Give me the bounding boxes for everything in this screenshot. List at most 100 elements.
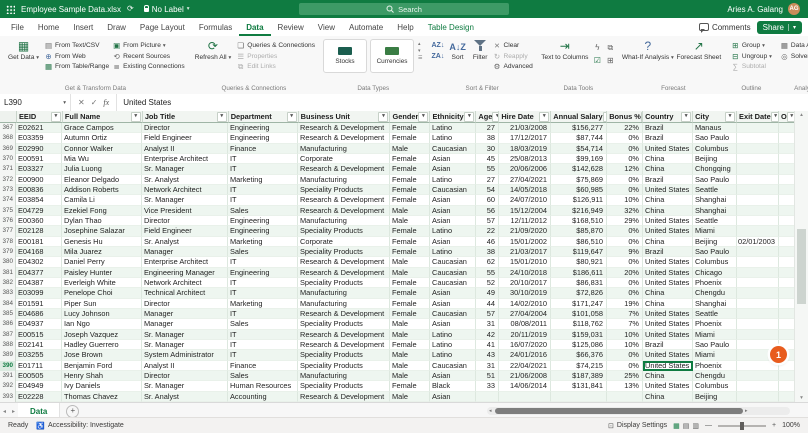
cell[interactable]: 10% xyxy=(607,339,643,351)
cell[interactable]: 62 xyxy=(476,257,499,268)
cell[interactable]: Hadley Guerrero xyxy=(62,339,142,351)
cell[interactable]: E00900 xyxy=(16,174,62,185)
cell[interactable]: Marketing xyxy=(228,236,298,247)
enter-icon[interactable]: ✓ xyxy=(91,98,98,107)
cell[interactable]: 0% xyxy=(607,257,643,268)
cell[interactable]: 45 xyxy=(476,153,499,165)
row-number[interactable]: 390 xyxy=(0,360,16,371)
column-header-age[interactable]: Age ▾ xyxy=(476,111,500,123)
column-header-eeid[interactable]: EEID ▾ xyxy=(16,111,63,123)
cell[interactable]: Latino xyxy=(430,123,476,134)
cell[interactable]: IT xyxy=(228,350,298,361)
cell[interactable]: $142,628 xyxy=(551,164,607,175)
data-validation-icon[interactable]: ☑ xyxy=(592,56,603,65)
cell[interactable]: 24/01/2016 xyxy=(499,350,551,361)
filter-dropdown-icon[interactable]: ▾ xyxy=(418,111,429,122)
cell[interactable] xyxy=(607,391,643,402)
cell[interactable]: System Administrator xyxy=(142,350,228,361)
cell[interactable]: Male xyxy=(390,257,430,268)
refresh-all-button[interactable]: ⟳ Refresh All ▾ xyxy=(193,39,234,63)
cell[interactable] xyxy=(779,391,795,402)
cell[interactable]: 0% xyxy=(607,277,643,289)
cell[interactable]: 51 xyxy=(476,370,499,382)
cancel-icon[interactable]: ✕ xyxy=(78,98,85,107)
cell[interactable]: China xyxy=(643,153,693,165)
subtotal-button[interactable]: ∑ Subtotal xyxy=(731,63,772,71)
cell[interactable]: 14/06/2014 xyxy=(499,381,551,392)
cell[interactable]: IT xyxy=(228,288,298,299)
avatar[interactable]: AG xyxy=(788,3,800,15)
filter-dropdown-icon[interactable]: ▾ xyxy=(286,111,297,122)
cell[interactable]: E00836 xyxy=(16,184,62,196)
cell[interactable] xyxy=(779,205,795,216)
filter-dropdown-icon[interactable]: ▾ xyxy=(130,111,141,122)
cell[interactable]: China xyxy=(643,391,693,402)
cell[interactable] xyxy=(737,215,779,227)
cell[interactable] xyxy=(779,133,795,144)
cell[interactable] xyxy=(779,277,795,289)
data-analysis-button[interactable]: ▦Data Analysis xyxy=(780,42,808,50)
get-data-button[interactable]: ▦ Get Data ▾ xyxy=(6,39,41,63)
cell[interactable]: E02128 xyxy=(16,226,62,237)
cell[interactable]: Research & Development xyxy=(298,133,390,144)
cell[interactable]: Female xyxy=(390,184,430,196)
cell[interactable]: Asian xyxy=(430,391,476,402)
cell[interactable]: Manufacturing xyxy=(298,215,390,227)
cell[interactable]: 13% xyxy=(607,381,643,392)
cell[interactable]: Sales xyxy=(228,370,298,382)
cell[interactable]: Caucasian xyxy=(430,184,476,196)
cell[interactable]: 38 xyxy=(476,133,499,144)
cell[interactable]: Manufacturing xyxy=(298,298,390,309)
cell[interactable] xyxy=(779,184,795,196)
cell[interactable]: Beijing xyxy=(693,391,737,402)
cell[interactable] xyxy=(551,391,607,402)
sort-descending-button[interactable]: ZA↓ xyxy=(432,53,445,60)
cell[interactable]: 31 xyxy=(476,319,499,330)
cell[interactable]: E04729 xyxy=(16,205,62,216)
from-picture-button[interactable]: ▣ From Picture ▾ xyxy=(112,42,185,50)
cell[interactable]: Speciality Products xyxy=(298,319,390,330)
what-if-analysis-button[interactable]: ? What-If Analysis ▾ xyxy=(622,39,674,63)
horizontal-scrollbar[interactable]: ◂ ▸ xyxy=(487,407,790,415)
insert-function-icon[interactable]: fx xyxy=(103,98,109,107)
cell[interactable] xyxy=(779,215,795,227)
cell[interactable]: E04168 xyxy=(16,246,62,258)
cell[interactable]: E04302 xyxy=(16,257,62,268)
cell[interactable]: 15/01/2010 xyxy=(499,257,551,268)
row-number[interactable]: 368 xyxy=(0,133,16,144)
row-number[interactable]: 388 xyxy=(0,339,16,351)
row-number[interactable]: 393 xyxy=(0,391,16,402)
cell[interactable]: $186,611 xyxy=(551,267,607,278)
cell[interactable]: Sao Paulo xyxy=(693,246,737,258)
cell[interactable]: 10% xyxy=(607,329,643,340)
cell[interactable]: IT xyxy=(228,277,298,289)
cell[interactable]: Sao Paulo xyxy=(693,174,737,185)
cell[interactable] xyxy=(737,205,779,216)
cell[interactable]: 17/12/2017 xyxy=(499,133,551,144)
cell[interactable]: E04387 xyxy=(16,277,62,289)
cell[interactable] xyxy=(737,153,779,165)
cell[interactable]: Technical Architect xyxy=(142,288,228,299)
cell[interactable]: 52 xyxy=(476,277,499,289)
scroll-right-icon[interactable]: ▸ xyxy=(743,408,750,414)
cell[interactable]: Benjamin Ford xyxy=(62,360,142,371)
cell[interactable] xyxy=(737,164,779,175)
cell[interactable]: Mia Wu xyxy=(62,153,142,165)
row-number[interactable]: 392 xyxy=(0,381,16,392)
cell[interactable]: United States xyxy=(643,143,693,154)
row-number[interactable]: 379 xyxy=(0,246,16,258)
solver-button[interactable]: ◎ Solver xyxy=(780,52,808,61)
cell[interactable]: Eleanor Delgado xyxy=(62,174,142,185)
cell[interactable]: $86,510 xyxy=(551,236,607,247)
cell[interactable]: Chicago xyxy=(693,267,737,278)
cell[interactable]: Phoenix xyxy=(693,360,737,371)
cell[interactable]: 21/09/2020 xyxy=(499,226,551,237)
cell[interactable]: Male xyxy=(390,215,430,227)
cell[interactable]: Research & Development xyxy=(298,205,390,216)
zoom-in-icon[interactable]: + xyxy=(772,422,776,429)
cell[interactable]: 0% xyxy=(607,184,643,196)
cell[interactable]: Brazil xyxy=(643,246,693,258)
cell[interactable]: 0% xyxy=(607,174,643,185)
cell[interactable] xyxy=(737,143,779,154)
cell[interactable]: Research & Development xyxy=(298,195,390,206)
